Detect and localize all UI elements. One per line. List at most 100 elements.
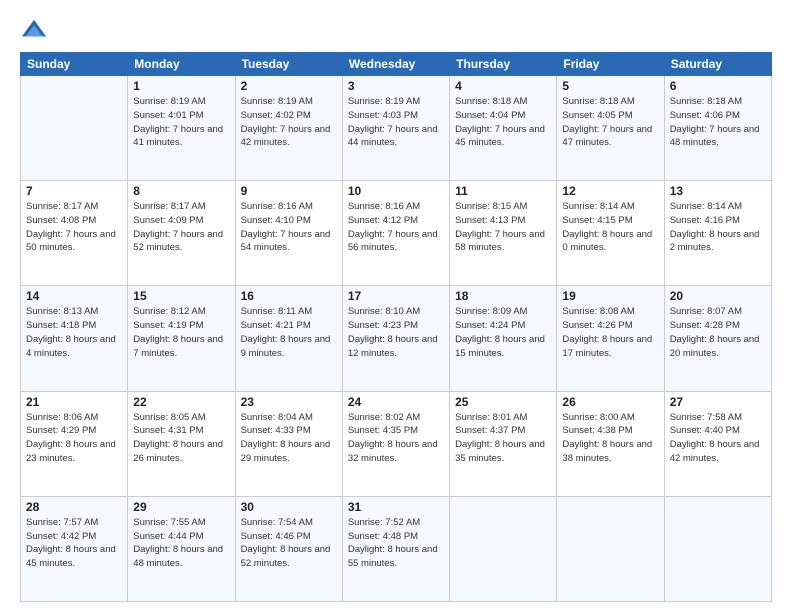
calendar-cell: 20 Sunrise: 8:07 AMSunset: 4:28 PMDayligh… bbox=[664, 286, 771, 391]
calendar-cell: 27 Sunrise: 7:58 AMSunset: 4:40 PMDayligh… bbox=[664, 391, 771, 496]
week-row-4: 21 Sunrise: 8:06 AMSunset: 4:29 PMDayligh… bbox=[21, 391, 772, 496]
week-row-1: 1 Sunrise: 8:19 AMSunset: 4:01 PMDaylight… bbox=[21, 76, 772, 181]
calendar-cell: 5Sunrise: 8:18 AMSunset: 4:05 PMDaylight… bbox=[557, 76, 664, 181]
day-number: 31 bbox=[348, 500, 444, 514]
day-info: Sunrise: 8:11 AMSunset: 4:21 PMDaylight:… bbox=[241, 305, 337, 360]
calendar-cell: 22 Sunrise: 8:05 AMSunset: 4:31 PMDayligh… bbox=[128, 391, 235, 496]
calendar-cell bbox=[21, 76, 128, 181]
logo-icon bbox=[20, 16, 48, 44]
day-number: 28 bbox=[26, 500, 122, 514]
calendar-cell: 8 Sunrise: 8:17 AMSunset: 4:09 PMDaylight… bbox=[128, 181, 235, 286]
day-number: 3 bbox=[348, 79, 444, 93]
weekday-header-row: SundayMondayTuesdayWednesdayThursdayFrid… bbox=[21, 53, 772, 76]
weekday-header-friday: Friday bbox=[557, 53, 664, 76]
day-number: 22 bbox=[133, 395, 229, 409]
day-info: Sunrise: 8:01 AMSunset: 4:37 PMDaylight:… bbox=[455, 411, 551, 466]
calendar-cell: 21 Sunrise: 8:06 AMSunset: 4:29 PMDayligh… bbox=[21, 391, 128, 496]
calendar-cell: 7 Sunrise: 8:17 AMSunset: 4:08 PMDaylight… bbox=[21, 181, 128, 286]
day-info: Sunrise: 8:18 AMSunset: 4:05 PMDaylight:… bbox=[562, 95, 658, 150]
day-info: Sunrise: 8:18 AMSunset: 4:04 PMDaylight:… bbox=[455, 95, 551, 150]
calendar-cell: 24 Sunrise: 8:02 AMSunset: 4:35 PMDayligh… bbox=[342, 391, 449, 496]
day-info: Sunrise: 8:04 AMSunset: 4:33 PMDaylight:… bbox=[241, 411, 337, 466]
day-info: Sunrise: 8:10 AMSunset: 4:23 PMDaylight:… bbox=[348, 305, 444, 360]
day-info: Sunrise: 7:55 AMSunset: 4:44 PMDaylight:… bbox=[133, 516, 229, 571]
calendar-cell: 28 Sunrise: 7:57 AMSunset: 4:42 PMDayligh… bbox=[21, 496, 128, 601]
day-info: Sunrise: 7:57 AMSunset: 4:42 PMDaylight:… bbox=[26, 516, 122, 571]
day-number: 21 bbox=[26, 395, 122, 409]
calendar-cell: 12Sunrise: 8:14 AMSunset: 4:15 PMDayligh… bbox=[557, 181, 664, 286]
day-info: Sunrise: 8:19 AMSunset: 4:02 PMDaylight:… bbox=[241, 95, 337, 150]
day-number: 15 bbox=[133, 289, 229, 303]
calendar-cell: 4Sunrise: 8:18 AMSunset: 4:04 PMDaylight… bbox=[450, 76, 557, 181]
calendar-cell: 18 Sunrise: 8:09 AMSunset: 4:24 PMDayligh… bbox=[450, 286, 557, 391]
day-number: 23 bbox=[241, 395, 337, 409]
day-number: 9 bbox=[241, 184, 337, 198]
logo bbox=[20, 16, 52, 44]
day-info: Sunrise: 8:16 AMSunset: 4:12 PMDaylight:… bbox=[348, 200, 444, 255]
day-number: 14 bbox=[26, 289, 122, 303]
day-number: 30 bbox=[241, 500, 337, 514]
calendar-cell: 31 Sunrise: 7:52 AMSunset: 4:48 PMDayligh… bbox=[342, 496, 449, 601]
day-info: Sunrise: 8:19 AMSunset: 4:01 PMDaylight:… bbox=[133, 95, 229, 150]
day-number: 24 bbox=[348, 395, 444, 409]
day-number: 27 bbox=[670, 395, 766, 409]
calendar-cell: 29 Sunrise: 7:55 AMSunset: 4:44 PMDayligh… bbox=[128, 496, 235, 601]
day-info: Sunrise: 8:09 AMSunset: 4:24 PMDaylight:… bbox=[455, 305, 551, 360]
weekday-header-thursday: Thursday bbox=[450, 53, 557, 76]
day-info: Sunrise: 8:17 AMSunset: 4:09 PMDaylight:… bbox=[133, 200, 229, 255]
day-number: 7 bbox=[26, 184, 122, 198]
day-number: 11 bbox=[455, 184, 551, 198]
day-info: Sunrise: 7:58 AMSunset: 4:40 PMDaylight:… bbox=[670, 411, 766, 466]
day-number: 6 bbox=[670, 79, 766, 93]
calendar-cell bbox=[664, 496, 771, 601]
weekday-header-tuesday: Tuesday bbox=[235, 53, 342, 76]
day-info: Sunrise: 8:07 AMSunset: 4:28 PMDaylight:… bbox=[670, 305, 766, 360]
day-number: 12 bbox=[562, 184, 658, 198]
calendar-cell: 17 Sunrise: 8:10 AMSunset: 4:23 PMDayligh… bbox=[342, 286, 449, 391]
calendar-cell: 16 Sunrise: 8:11 AMSunset: 4:21 PMDayligh… bbox=[235, 286, 342, 391]
calendar-cell: 15 Sunrise: 8:12 AMSunset: 4:19 PMDayligh… bbox=[128, 286, 235, 391]
day-info: Sunrise: 8:12 AMSunset: 4:19 PMDaylight:… bbox=[133, 305, 229, 360]
calendar-cell: 2Sunrise: 8:19 AMSunset: 4:02 PMDaylight… bbox=[235, 76, 342, 181]
calendar-cell: 9 Sunrise: 8:16 AMSunset: 4:10 PMDaylight… bbox=[235, 181, 342, 286]
calendar-cell: 10 Sunrise: 8:16 AMSunset: 4:12 PMDayligh… bbox=[342, 181, 449, 286]
day-number: 20 bbox=[670, 289, 766, 303]
day-number: 17 bbox=[348, 289, 444, 303]
weekday-header-saturday: Saturday bbox=[664, 53, 771, 76]
day-info: Sunrise: 8:16 AMSunset: 4:10 PMDaylight:… bbox=[241, 200, 337, 255]
day-info: Sunrise: 8:02 AMSunset: 4:35 PMDaylight:… bbox=[348, 411, 444, 466]
calendar-table: SundayMondayTuesdayWednesdayThursdayFrid… bbox=[20, 52, 772, 602]
calendar-cell: 26Sunrise: 8:00 AMSunset: 4:38 PMDayligh… bbox=[557, 391, 664, 496]
day-number: 19 bbox=[562, 289, 658, 303]
day-number: 1 bbox=[133, 79, 229, 93]
calendar-cell: 11 Sunrise: 8:15 AMSunset: 4:13 PMDayligh… bbox=[450, 181, 557, 286]
day-number: 29 bbox=[133, 500, 229, 514]
day-info: Sunrise: 8:05 AMSunset: 4:31 PMDaylight:… bbox=[133, 411, 229, 466]
calendar-cell: 30 Sunrise: 7:54 AMSunset: 4:46 PMDayligh… bbox=[235, 496, 342, 601]
day-number: 16 bbox=[241, 289, 337, 303]
day-info: Sunrise: 7:54 AMSunset: 4:46 PMDaylight:… bbox=[241, 516, 337, 571]
day-info: Sunrise: 8:06 AMSunset: 4:29 PMDaylight:… bbox=[26, 411, 122, 466]
day-info: Sunrise: 8:14 AMSunset: 4:16 PMDaylight:… bbox=[670, 200, 766, 255]
day-info: Sunrise: 8:00 AMSunset: 4:38 PMDaylight:… bbox=[562, 411, 658, 466]
calendar-cell: 13 Sunrise: 8:14 AMSunset: 4:16 PMDayligh… bbox=[664, 181, 771, 286]
calendar-cell bbox=[450, 496, 557, 601]
weekday-header-monday: Monday bbox=[128, 53, 235, 76]
week-row-3: 14 Sunrise: 8:13 AMSunset: 4:18 PMDayligh… bbox=[21, 286, 772, 391]
weekday-header-sunday: Sunday bbox=[21, 53, 128, 76]
day-info: Sunrise: 7:52 AMSunset: 4:48 PMDaylight:… bbox=[348, 516, 444, 571]
day-info: Sunrise: 8:13 AMSunset: 4:18 PMDaylight:… bbox=[26, 305, 122, 360]
day-number: 13 bbox=[670, 184, 766, 198]
weekday-header-wednesday: Wednesday bbox=[342, 53, 449, 76]
day-info: Sunrise: 8:15 AMSunset: 4:13 PMDaylight:… bbox=[455, 200, 551, 255]
day-number: 8 bbox=[133, 184, 229, 198]
day-info: Sunrise: 8:17 AMSunset: 4:08 PMDaylight:… bbox=[26, 200, 122, 255]
day-number: 10 bbox=[348, 184, 444, 198]
page: SundayMondayTuesdayWednesdayThursdayFrid… bbox=[0, 0, 792, 612]
calendar-cell: 6Sunrise: 8:18 AMSunset: 4:06 PMDaylight… bbox=[664, 76, 771, 181]
calendar-cell bbox=[557, 496, 664, 601]
calendar-cell: 25 Sunrise: 8:01 AMSunset: 4:37 PMDayligh… bbox=[450, 391, 557, 496]
day-number: 25 bbox=[455, 395, 551, 409]
day-number: 18 bbox=[455, 289, 551, 303]
header bbox=[20, 16, 772, 44]
